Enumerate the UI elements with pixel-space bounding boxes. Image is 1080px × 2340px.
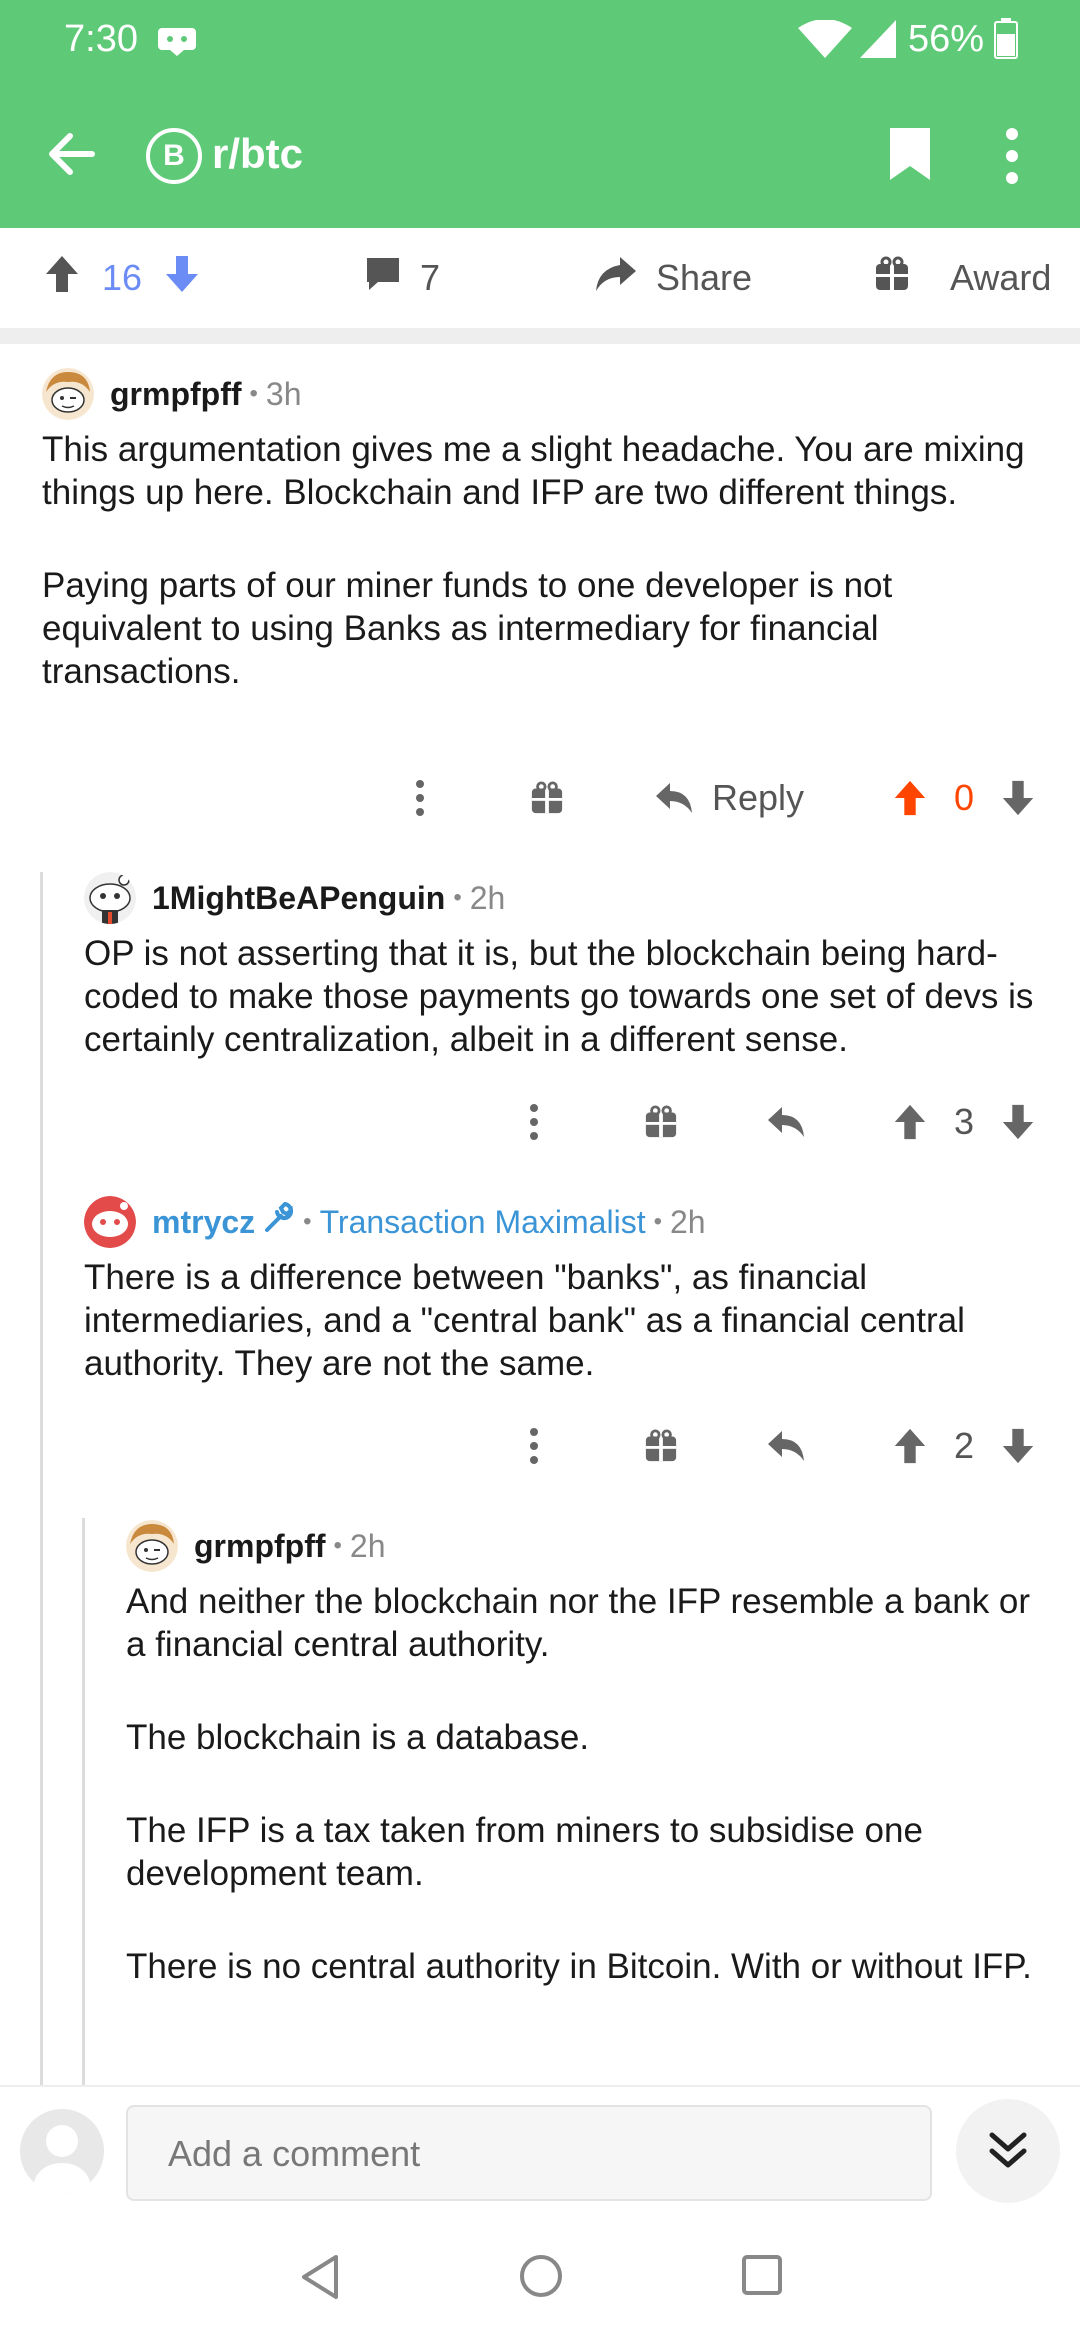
nav-home-icon[interactable] [518, 2253, 564, 2304]
comment-paragraph: Paying parts of our miner funds to one d… [42, 566, 893, 691]
more-vert-icon[interactable] [528, 1092, 540, 1152]
system-nav-bar [0, 2225, 1080, 2340]
signal-icon [858, 18, 898, 65]
separator-dot: • [653, 1208, 662, 1235]
reply-label: Reply [712, 777, 805, 818]
comment-age: 3h [265, 375, 302, 412]
comment-body: There is a difference between "banks", a… [84, 1256, 1054, 1385]
back-arrow-icon[interactable] [44, 126, 100, 182]
thread-line [40, 872, 43, 2085]
subreddit-icon[interactable]: B [146, 128, 202, 184]
comment-body: OP is not asserting that it is, but the … [84, 932, 1054, 1061]
user-flair: Transaction Maximalist [319, 1203, 646, 1240]
battery-percent: 56% [908, 18, 985, 60]
status-bar: 7:30 56% [0, 0, 1080, 80]
wifi-icon [798, 19, 852, 65]
post-vote-group: 16 [44, 228, 200, 328]
comment-paragraph: And neither the blockchain nor the IFP r… [126, 1582, 1031, 1664]
comment-author[interactable]: 1MightBeAPenguin [152, 880, 445, 917]
comment-header: 1MightBeAPenguin • 2h [84, 870, 505, 926]
separator-dot: • [453, 884, 462, 911]
reply-icon [656, 783, 692, 813]
comment-actions: 3 [0, 1092, 1080, 1152]
comments-button[interactable]: 7 [364, 228, 440, 328]
comment-score: 3 [954, 1101, 975, 1142]
downvote-icon[interactable] [1000, 768, 1036, 828]
share-button[interactable]: Share [594, 228, 752, 328]
comment-header: mtrycz • Transaction Maximalist • 2h [84, 1194, 706, 1250]
nav-back-icon[interactable] [298, 2253, 342, 2306]
award-button[interactable]: Award [874, 228, 1051, 328]
comment-composer: Add a comment [0, 2085, 1080, 2225]
comment-body: And neither the blockchain nor the IFP r… [126, 1580, 1046, 1988]
downvote-icon[interactable] [1000, 1092, 1036, 1152]
bookmark-icon[interactable] [886, 124, 934, 189]
subreddit-name[interactable]: r/btc [212, 130, 303, 178]
share-label: Share [656, 257, 753, 298]
downvote-icon[interactable] [1000, 1416, 1036, 1476]
post-score: 16 [102, 257, 143, 298]
separator-dot: • [333, 1532, 342, 1559]
collapse-button[interactable] [956, 2099, 1060, 2203]
upvote-icon[interactable] [892, 768, 928, 828]
comment-paragraph: This argumentation gives me a slight hea… [42, 430, 1025, 512]
mod-icon [263, 1201, 295, 1242]
status-time: 7:30 [64, 18, 138, 60]
more-vert-icon[interactable] [414, 768, 426, 828]
gift-icon[interactable] [644, 1092, 678, 1152]
upvote-icon[interactable] [892, 1092, 928, 1152]
share-icon [594, 255, 638, 302]
reply-icon[interactable] [766, 1416, 806, 1476]
comment-score: 2 [954, 1425, 975, 1466]
comment-header: grmpfpff • 3h [42, 366, 302, 422]
comment-actions: 2 [0, 1416, 1080, 1476]
avatar[interactable] [126, 1520, 178, 1572]
user-avatar[interactable] [20, 2109, 104, 2193]
nav-recents-icon[interactable] [740, 2253, 784, 2302]
battery-icon [994, 18, 1018, 65]
comment-age: 2h [669, 1203, 706, 1240]
comment-paragraph: The blockchain is a database. [126, 1718, 590, 1757]
comment-age: 2h [469, 879, 506, 916]
comment-age: 2h [349, 1527, 386, 1564]
comment-paragraph: There is no central authority in Bitcoin… [126, 1947, 1032, 1986]
comment-author[interactable]: mtrycz [152, 1204, 255, 1241]
avatar[interactable] [84, 1196, 136, 1248]
gift-icon[interactable] [644, 1416, 678, 1476]
comment-author[interactable]: grmpfpff [194, 1528, 326, 1565]
award-label: Award [950, 257, 1052, 298]
separator-dot: • [303, 1208, 312, 1235]
comment-header: grmpfpff • 2h [126, 1518, 386, 1574]
comment-author[interactable]: grmpfpff [110, 376, 242, 413]
reply-button[interactable]: Reply [654, 768, 804, 828]
gift-icon [874, 256, 910, 301]
separator-dot: • [249, 380, 258, 407]
comments-count: 7 [420, 257, 441, 298]
avatar[interactable] [42, 368, 94, 420]
comment-icon [364, 255, 402, 302]
comment-paragraph: The IFP is a tax taken from miners to su… [126, 1811, 923, 1893]
post-action-bar: 16 7 Share Award [0, 228, 1080, 328]
comment-score: 0 [954, 777, 975, 818]
gift-icon[interactable] [530, 768, 564, 828]
chevrons-down-icon [989, 2132, 1027, 2168]
app-bar: B r/btc [0, 100, 1080, 210]
thread-line [82, 1518, 85, 2085]
downvote-icon[interactable] [164, 254, 200, 303]
section-divider [0, 328, 1080, 344]
comment-paragraph: There is a difference between "banks", a… [84, 1258, 965, 1383]
more-vert-icon[interactable] [1004, 126, 1020, 191]
upvote-icon[interactable] [44, 254, 80, 303]
game-controller-icon [156, 24, 198, 63]
add-comment-input[interactable]: Add a comment [126, 2105, 932, 2201]
comment-actions: Reply 0 [0, 768, 1080, 828]
reply-icon[interactable] [766, 1092, 806, 1152]
avatar[interactable] [84, 872, 136, 924]
upvote-icon[interactable] [892, 1416, 928, 1476]
comment-paragraph: OP is not asserting that it is, but the … [84, 934, 1034, 1059]
top-bar: 7:30 56% B r/btc [0, 0, 1080, 228]
comment-body: This argumentation gives me a slight hea… [42, 428, 1042, 693]
more-vert-icon[interactable] [528, 1416, 540, 1476]
